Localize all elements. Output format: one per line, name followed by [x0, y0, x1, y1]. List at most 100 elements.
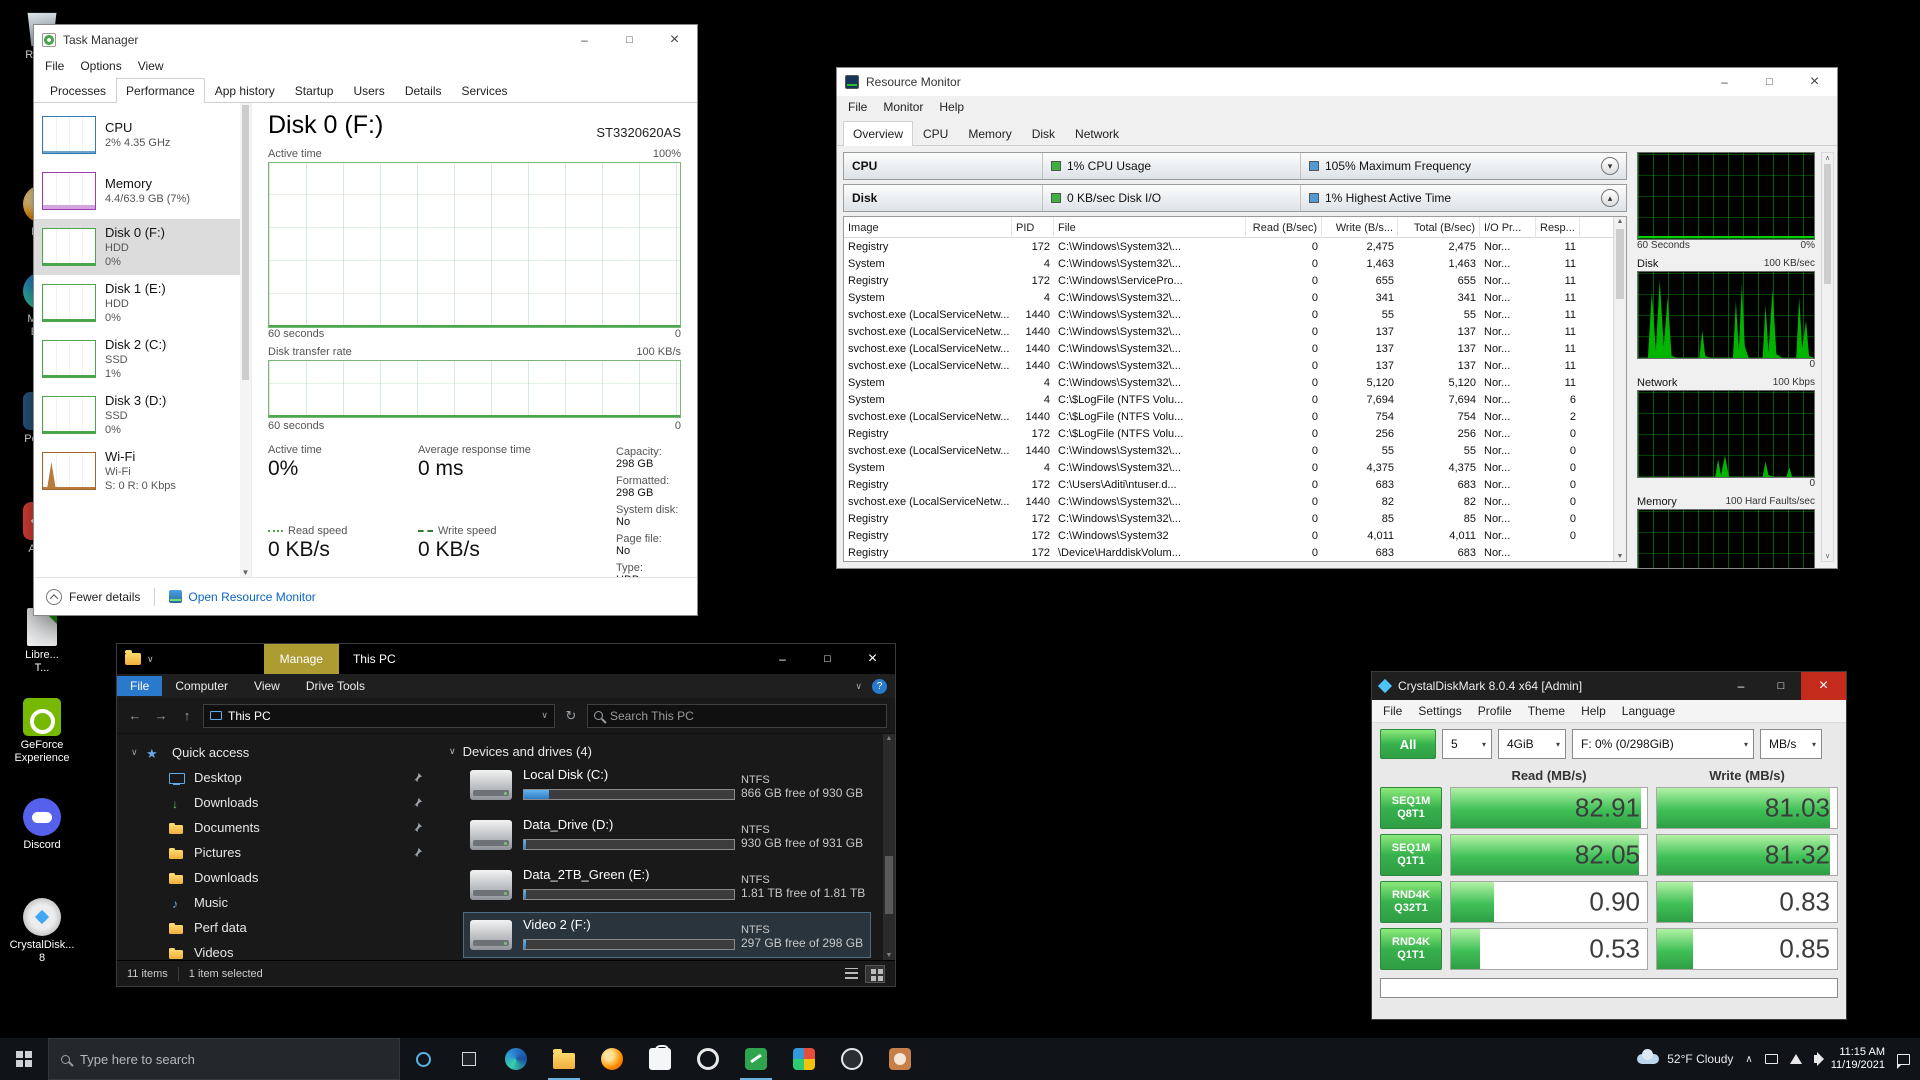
close-button[interactable] — [1801, 672, 1846, 700]
all-tests-button[interactable]: All — [1380, 729, 1436, 759]
tab[interactable]: Overview — [843, 121, 913, 146]
close-button[interactable] — [1792, 68, 1837, 96]
table-row[interactable]: System 4 C:\Windows\System32\... 0 4,375… — [844, 459, 1626, 476]
ribbon-tab-file[interactable]: File — [117, 676, 162, 696]
col-write[interactable]: Write (B/s... — [1322, 217, 1398, 238]
settings-dropdown[interactable]: F: 0% (0/298GiB) — [1572, 729, 1754, 759]
table-row[interactable]: Registry 172 \Device\HarddiskVolum... 0 … — [844, 544, 1626, 561]
desktop-icon-crystaldiskmark[interactable]: CrystalDisk...8 — [5, 898, 79, 965]
sidebar-item[interactable]: Music — [117, 890, 439, 915]
drive-tile[interactable]: Data_2TB_Green (E:) NTFS 1.81 TB free of… — [463, 862, 871, 908]
sidebar-scrollbar[interactable]: ▼ — [240, 103, 251, 577]
help-icon[interactable]: ? — [872, 679, 887, 694]
table-row[interactable]: svchost.exe (LocalServiceNetw... 1440 C:… — [844, 442, 1626, 459]
sidebar-device-item[interactable]: Disk 1 (E:) HDD 0% — [34, 275, 251, 331]
menu-item[interactable]: Profile — [1471, 702, 1519, 720]
tab[interactable]: Users — [343, 78, 394, 103]
sidebar-device-item[interactable]: Wi-Fi Wi-Fi S: 0 R: 0 Kbps — [34, 443, 251, 499]
action-center-button[interactable] — [1897, 1054, 1910, 1065]
minimize-button[interactable] — [1702, 68, 1747, 96]
comment-field[interactable] — [1380, 978, 1838, 998]
maximize-button[interactable] — [805, 644, 850, 674]
taskbar-search[interactable]: Type here to search — [48, 1038, 400, 1080]
address-field[interactable]: This PC — [203, 704, 555, 728]
desktop-icon-geforce-experience[interactable]: GeForceExperience — [5, 698, 79, 765]
back-button[interactable] — [125, 708, 145, 723]
search-box[interactable]: Search This PC — [587, 704, 887, 728]
table-scrollbar[interactable]: ▲▼ — [1613, 217, 1626, 561]
table-row[interactable]: Registry 172 C:\Windows\System32\... 0 2… — [844, 238, 1626, 255]
desktop-icon-libreoffice[interactable]: Libre...T... — [5, 608, 79, 675]
table-row[interactable]: Registry 172 C:\Windows\System32 0 4,011… — [844, 527, 1626, 544]
task-view-button[interactable] — [446, 1038, 492, 1080]
taskbar-icon-firefox[interactable] — [588, 1038, 636, 1080]
collapse-disk-chevron-icon[interactable] — [1601, 189, 1619, 207]
col-image[interactable]: Image — [844, 217, 1012, 238]
sidebar-item[interactable]: Downloads — [117, 865, 439, 890]
expander-chevron-icon[interactable] — [131, 747, 146, 758]
minimize-button[interactable] — [562, 25, 607, 55]
ribbon-tab-computer[interactable]: Computer — [162, 676, 241, 696]
sidebar-item[interactable]: Downloads — [117, 790, 439, 815]
breadcrumb[interactable]: This PC — [228, 709, 271, 723]
menu-item[interactable]: File — [38, 57, 71, 75]
quick-access-toolbar-chevron-icon[interactable] — [147, 654, 154, 665]
details-view-button[interactable] — [841, 965, 861, 983]
address-dropdown-chevron-icon[interactable] — [541, 710, 548, 721]
menu-item[interactable]: Language — [1615, 702, 1682, 720]
tab[interactable]: Performance — [116, 78, 205, 103]
tab[interactable]: Details — [395, 78, 452, 103]
taskbar-icon-photos[interactable] — [780, 1038, 828, 1080]
table-row[interactable]: System 4 C:\$LogFile (NTFS Volu... 0 7,6… — [844, 391, 1626, 408]
tab[interactable]: Memory — [958, 121, 1021, 146]
maximize-button[interactable] — [1761, 672, 1801, 700]
col-pid[interactable]: PID — [1012, 217, 1054, 238]
col-read[interactable]: Read (B/sec) — [1246, 217, 1322, 238]
ribbon-tab-view[interactable]: View — [241, 676, 293, 696]
table-row[interactable]: Registry 172 C:\$LogFile (NTFS Volu... 0… — [844, 425, 1626, 442]
taskbar-icon-store[interactable] — [636, 1038, 684, 1080]
sidebar-item[interactable]: Perf data — [117, 915, 439, 940]
table-row[interactable]: Registry 172 C:\Users\Aditi\ntuser.d... … — [844, 476, 1626, 493]
drive-tile[interactable]: Video 2 (F:) NTFS 297 GB free of 298 GB — [463, 912, 871, 958]
close-button[interactable] — [850, 644, 895, 674]
tab[interactable]: CPU — [913, 121, 958, 146]
display-tray-icon[interactable] — [1765, 1054, 1778, 1064]
sidebar-item[interactable]: Quick access — [117, 740, 439, 765]
group-header[interactable]: Devices and drives (4) — [449, 740, 879, 762]
sidebar-device-item[interactable]: Disk 3 (D:) SSD 0% — [34, 387, 251, 443]
test-button[interactable]: RND4K Q1T1 — [1380, 928, 1442, 970]
network-tray-icon[interactable] — [1790, 1054, 1802, 1064]
col-io-priority[interactable]: I/O Pr... — [1480, 217, 1536, 238]
sidebar-device-item[interactable]: Disk 2 (C:) SSD 1% — [34, 331, 251, 387]
clock[interactable]: 11:15 AM 11/19/2021 — [1831, 1046, 1885, 1072]
table-row[interactable]: svchost.exe (LocalServiceNetw... 1440 C:… — [844, 357, 1626, 374]
title-bar[interactable]: Resource Monitor — [837, 68, 1837, 96]
menu-item[interactable]: Help — [1574, 702, 1613, 720]
menu-item[interactable]: File — [841, 98, 874, 116]
show-hidden-icons-button[interactable]: ∧ — [1745, 1054, 1752, 1065]
desktop-icon-discord[interactable]: Discord — [5, 798, 79, 852]
table-row[interactable]: Registry 172 C:\Windows\System32\... 0 8… — [844, 510, 1626, 527]
weather-widget[interactable]: 52°F Cloudy — [1637, 1052, 1733, 1066]
sidebar-device-item[interactable]: Disk 0 (F:) HDD 0% — [34, 219, 251, 275]
sidebar-device-item[interactable]: Memory 4.4/63.9 GB (7%) — [34, 163, 251, 219]
menu-item[interactable]: View — [131, 57, 171, 75]
sidebar-item[interactable]: Documents — [117, 815, 439, 840]
table-row[interactable]: System 4 C:\Windows\System32\... 0 341 3… — [844, 289, 1626, 306]
table-header[interactable]: Image PID File Read (B/sec) Write (B/s..… — [844, 217, 1626, 238]
table-row[interactable]: svchost.exe (LocalServiceNetw... 1440 C:… — [844, 493, 1626, 510]
minimize-button[interactable] — [1721, 672, 1761, 700]
table-row[interactable]: svchost.exe (LocalServiceNetw... 1440 C:… — [844, 340, 1626, 357]
content-scrollbar[interactable]: ▲▼ — [883, 734, 895, 960]
taskbar-icon-edge[interactable] — [492, 1038, 540, 1080]
taskbar-icon-paint[interactable] — [876, 1038, 924, 1080]
start-button[interactable] — [0, 1038, 48, 1080]
taskbar-icon-obs[interactable] — [828, 1038, 876, 1080]
menu-item[interactable]: Monitor — [876, 98, 930, 116]
table-row[interactable]: Registry 172 C:\Windows\ServicePro... 0 … — [844, 272, 1626, 289]
sidebar-item[interactable]: Pictures — [117, 840, 439, 865]
ribbon-tab-drive-tools[interactable]: Drive Tools — [293, 676, 378, 696]
taskbar-icon-file-explorer[interactable] — [540, 1038, 588, 1080]
sidebar-device-item[interactable]: CPU 2% 4.35 GHz — [34, 107, 251, 163]
